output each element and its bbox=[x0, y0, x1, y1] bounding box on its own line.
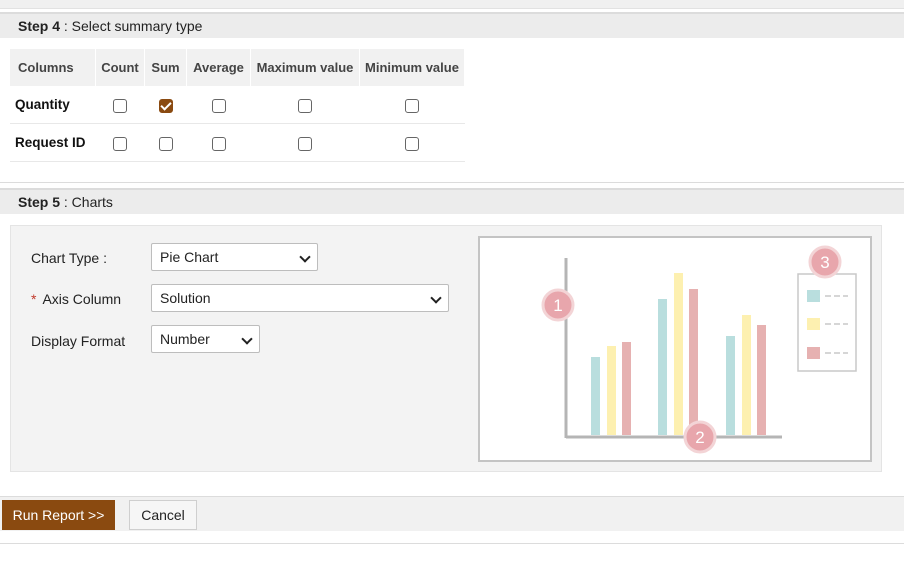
preview-bar bbox=[757, 325, 766, 435]
row-label-request-id: Request ID bbox=[10, 123, 96, 162]
axis-column-label: * Axis Column bbox=[31, 291, 121, 307]
row-label-quantity: Quantity bbox=[10, 86, 96, 124]
quantity-maximum-checkbox[interactable] bbox=[298, 98, 312, 113]
summary-table-header-row: Columns Count Sum Average Maximum value … bbox=[10, 49, 465, 86]
preview-bar bbox=[742, 315, 751, 435]
step5-title: : Charts bbox=[60, 194, 113, 210]
chart-type-select[interactable]: Pie Chart bbox=[151, 243, 318, 271]
quantity-sum-checkbox[interactable] bbox=[158, 98, 173, 113]
chart-settings-panel: Chart Type : Pie Chart * Axis Column Solu… bbox=[10, 225, 882, 472]
preview-marker-1-label: 1 bbox=[553, 296, 562, 315]
preview-marker-2: 2 bbox=[683, 420, 717, 454]
chevron-down-icon bbox=[241, 333, 253, 345]
header-average: Average bbox=[186, 49, 251, 86]
preview-bar bbox=[689, 289, 698, 435]
divider bbox=[0, 543, 904, 544]
header-sum: Sum bbox=[144, 49, 187, 86]
request-id-minimum-checkbox[interactable] bbox=[405, 136, 419, 151]
summary-type-table: Columns Count Sum Average Maximum value … bbox=[10, 49, 465, 162]
top-strip bbox=[0, 0, 904, 9]
chart-type-label: Chart Type : bbox=[31, 250, 108, 266]
request-id-sum-checkbox[interactable] bbox=[158, 136, 173, 151]
preview-marker-3-label: 3 bbox=[820, 253, 829, 272]
preview-bar bbox=[591, 357, 600, 435]
table-row: Quantity bbox=[10, 86, 465, 124]
preview-bar bbox=[622, 342, 631, 435]
quantity-count-checkbox[interactable] bbox=[113, 98, 127, 113]
step5-header: Step 5 : Charts bbox=[0, 188, 904, 214]
required-marker: * bbox=[31, 291, 37, 307]
preview-bar bbox=[658, 299, 667, 435]
axis-column-value: Solution bbox=[160, 290, 211, 306]
divider bbox=[0, 182, 904, 183]
quantity-minimum-checkbox[interactable] bbox=[405, 98, 419, 113]
step4-title: : Select summary type bbox=[60, 18, 203, 34]
table-row: Request ID bbox=[10, 123, 465, 162]
preview-bar bbox=[674, 273, 683, 435]
step4-header: Step 4 : Select summary type bbox=[0, 12, 904, 38]
preview-marker-1: 1 bbox=[541, 288, 575, 322]
display-format-label: Display Format bbox=[31, 333, 126, 349]
chart-preview-illustration: 1 2 3 bbox=[541, 245, 857, 454]
display-format-select[interactable]: Number bbox=[151, 325, 260, 353]
preview-marker-3: 3 bbox=[808, 245, 842, 279]
action-bar: Run Report >> Cancel bbox=[0, 496, 904, 531]
chevron-down-icon bbox=[430, 292, 442, 304]
axis-column-label-text: Axis Column bbox=[42, 291, 122, 307]
chart-type-value: Pie Chart bbox=[160, 249, 219, 265]
request-id-maximum-checkbox[interactable] bbox=[298, 136, 312, 151]
request-id-average-checkbox[interactable] bbox=[211, 136, 226, 151]
header-count: Count bbox=[95, 49, 145, 86]
chevron-down-icon bbox=[299, 251, 311, 263]
header-minimum-value: Minimum value bbox=[359, 49, 465, 86]
step5-label: Step 5 bbox=[18, 194, 61, 210]
quantity-average-checkbox[interactable] bbox=[211, 98, 226, 113]
request-id-count-checkbox[interactable] bbox=[113, 136, 127, 151]
header-columns: Columns bbox=[10, 49, 96, 86]
step4-label: Step 4 bbox=[18, 18, 61, 34]
axis-column-select[interactable]: Solution bbox=[151, 284, 449, 312]
preview-marker-2-label: 2 bbox=[695, 428, 704, 447]
preview-legend-box bbox=[797, 273, 857, 372]
preview-bar bbox=[607, 346, 616, 435]
display-format-value: Number bbox=[160, 331, 210, 347]
run-report-button[interactable]: Run Report >> bbox=[2, 500, 115, 530]
cancel-button[interactable]: Cancel bbox=[129, 500, 197, 530]
chart-preview-image: 1 2 3 bbox=[478, 236, 872, 462]
preview-legend-swatch bbox=[807, 318, 820, 330]
preview-bar bbox=[726, 336, 735, 435]
header-maximum-value: Maximum value bbox=[250, 49, 360, 86]
preview-legend-swatch bbox=[807, 347, 820, 359]
preview-legend-swatch bbox=[807, 290, 820, 302]
